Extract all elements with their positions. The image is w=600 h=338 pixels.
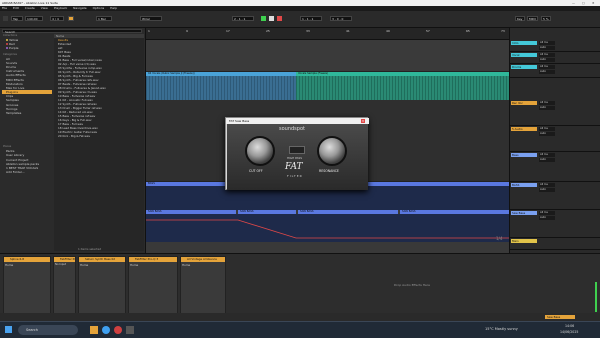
- close-button[interactable]: ✕: [592, 1, 595, 5]
- mixer-track[interactable]: Bass All Ins Auto: [510, 152, 600, 182]
- plugin-body: soundspot HIGH PASS CUT OFF RESONANCE FA…: [227, 124, 368, 190]
- meter-field[interactable]: 4 / 4: [50, 16, 64, 21]
- file-item[interactable]: 20 Kick - Big & Fat.wav: [54, 134, 144, 138]
- cpu-meter: 5 %: [541, 16, 551, 21]
- device-vintage[interactable]: All Vintage Ambience Home: [180, 256, 226, 316]
- menu-create[interactable]: Create: [25, 6, 35, 10]
- mixer-track[interactable]: Rec Voc All Ins Auto: [510, 100, 600, 126]
- page-counter: 1/4: [496, 236, 503, 241]
- record-button[interactable]: [277, 16, 282, 21]
- ableton-icon[interactable]: [126, 326, 134, 334]
- loop-length[interactable]: 3 . 0 . 0: [330, 16, 352, 21]
- product-subtitle: FILTER: [287, 174, 303, 178]
- waveform: [296, 76, 509, 100]
- menu-options[interactable]: Options: [93, 6, 105, 10]
- browser-file-list: NameAudio Tags Results Extended ext 607 …: [54, 34, 172, 251]
- mixer-track[interactable]: Intro All Ins Auto: [510, 40, 600, 52]
- selection-status: 1 items selected: [78, 247, 102, 251]
- link-button[interactable]: [3, 16, 8, 21]
- track-lane[interactable]: [146, 40, 509, 72]
- device-spline[interactable]: Spline 6-8 Home: [3, 256, 51, 316]
- play-button[interactable]: [261, 16, 266, 21]
- resonance-label: RESONANCE: [319, 169, 339, 173]
- chrome-icon[interactable]: [114, 326, 122, 334]
- loop-start[interactable]: 1 . 1 . 1: [300, 16, 322, 21]
- collection-purple[interactable]: Purple: [2, 46, 52, 50]
- windows-taskbar: Search 15°C Mostly sunny 14:06 14/06/202…: [0, 321, 600, 338]
- windows-start-icon[interactable]: [5, 326, 12, 333]
- mixer-track[interactable]: Drums All Ins Auto: [510, 64, 600, 78]
- file-explorer-icon[interactable]: [90, 326, 98, 334]
- plugin-window[interactable]: FAT Saw Bass ✕ soundspot HIGH PASS CUT O…: [225, 117, 369, 190]
- mode-switch[interactable]: [289, 146, 305, 154]
- drop-hint[interactable]: Drop Audio Effects Here: [394, 283, 430, 287]
- track-lane[interactable]: SAW BASS SAW BASS SAW BASS SAW BASS: [146, 210, 509, 242]
- transport-bar: Tap 140.00 4 / 4 1 Bar Wiral 2 . 1 . 1 1…: [0, 11, 600, 28]
- maximize-button[interactable]: ▢: [582, 1, 585, 5]
- tempo-field[interactable]: 140.00: [25, 16, 43, 21]
- key-button[interactable]: Key: [515, 16, 525, 21]
- mixer-track[interactable]: Saw Bass All Ins Auto: [510, 210, 600, 238]
- quantize-field[interactable]: 1 Bar: [96, 16, 112, 21]
- song-position[interactable]: 2 . 1 . 1: [232, 16, 254, 21]
- edge-icon[interactable]: [102, 326, 110, 334]
- automation-envelope[interactable]: [146, 214, 509, 242]
- device-view: Spline 6-8Home FabFilter Pro-Q 3No Input…: [0, 253, 600, 321]
- tap-tempo[interactable]: Tap: [11, 16, 23, 21]
- waveform: [146, 76, 296, 100]
- device-fabfilter[interactable]: FabFilter Pro-Q 3No Input: [53, 256, 76, 316]
- device-fabfilter-2[interactable]: FabFilter Pro-Q 3 Home: [128, 256, 178, 316]
- minimize-button[interactable]: —: [572, 1, 575, 5]
- cutoff-label: CUT OFF: [249, 169, 263, 173]
- brand-logo: soundspot: [279, 126, 305, 132]
- timeline-ruler[interactable]: 1 9 17 25 33 41 49 57 65 73: [146, 28, 509, 40]
- menu-edit[interactable]: Edit: [13, 6, 19, 10]
- mixer-track[interactable]: 5 Audio All Ins Auto: [510, 126, 600, 152]
- browser-search-input[interactable]: Search: [2, 29, 142, 34]
- plugin-close-icon[interactable]: ✕: [361, 119, 365, 123]
- product-title: FAT: [285, 162, 303, 172]
- selected-clip-label[interactable]: Saw Bass: [545, 315, 575, 319]
- stop-button[interactable]: [269, 16, 274, 21]
- metronome-button[interactable]: [68, 16, 74, 21]
- mixer-panel: Intro All Ins Auto Vocal All Ins Auto Drums A…: [509, 28, 600, 253]
- status-bar: Saw Bass: [0, 313, 600, 321]
- clock-date[interactable]: 14/06/2025: [560, 330, 578, 334]
- browser-sidebar: Collections Yellow Red Purple Categories…: [2, 34, 52, 174]
- browser-panel: Search Collections Yellow Red Purple Cat…: [0, 28, 172, 253]
- sample-field[interactable]: Wiral: [140, 16, 162, 21]
- mixer-track-main[interactable]: Main: [510, 238, 600, 250]
- clock-time[interactable]: 14:06: [565, 324, 574, 328]
- menu-help[interactable]: Help: [110, 6, 117, 10]
- weather-widget[interactable]: 15°C Mostly sunny: [485, 327, 518, 331]
- category-templates[interactable]: Templates: [2, 111, 52, 115]
- menu-view[interactable]: View: [41, 6, 48, 10]
- track-lane[interactable]: 04 Vocals (Rubix Sample Jl (Freeze)) Voc…: [146, 72, 509, 100]
- place-add-folder[interactable]: Add Folder...: [2, 170, 52, 174]
- resonance-knob[interactable]: [317, 136, 347, 166]
- mixer-track[interactable]: BASS All Ins Auto: [510, 182, 600, 210]
- midi-button[interactable]: MIDI: [527, 16, 538, 21]
- menu-navigate[interactable]: Navigate: [73, 6, 86, 10]
- mode-label: HIGH PASS: [287, 156, 303, 160]
- window-title: ARDAB BASS* - Ableton Live 11 Suite: [2, 1, 58, 5]
- taskbar-search[interactable]: Search: [18, 325, 78, 335]
- menu-file[interactable]: File: [2, 6, 7, 10]
- master-meter: [595, 282, 597, 312]
- device-saturn[interactable]: Saturn Synth Bass 02 Home: [78, 256, 126, 316]
- cutoff-knob[interactable]: [245, 136, 275, 166]
- mixer-track[interactable]: Vocal All Ins Auto: [510, 52, 600, 64]
- menu-playback[interactable]: Playback: [54, 6, 67, 10]
